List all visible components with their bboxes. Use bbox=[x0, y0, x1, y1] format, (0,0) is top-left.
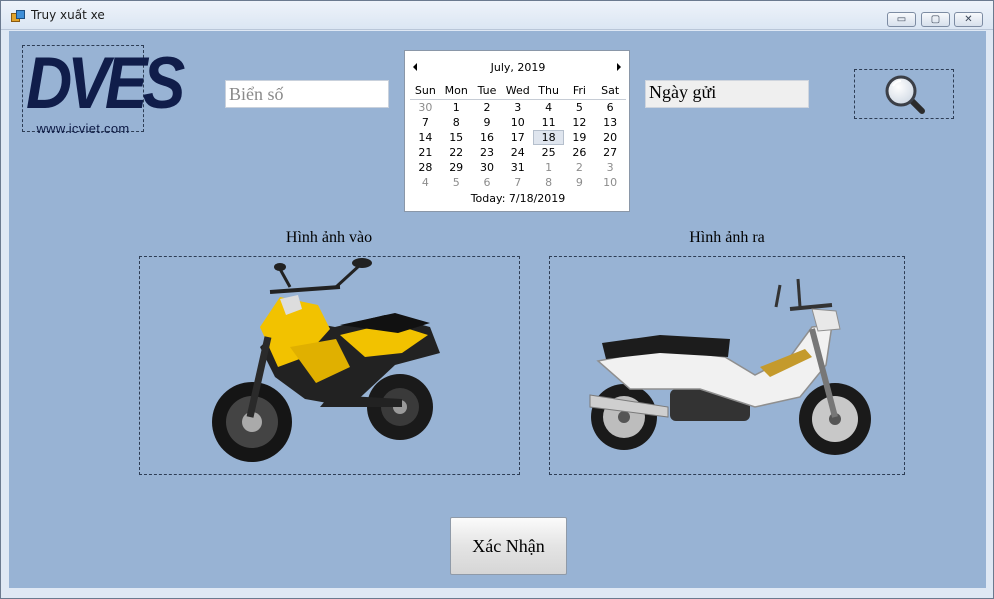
calendar-day[interactable]: 13 bbox=[595, 115, 626, 130]
minimize-icon: ▭ bbox=[896, 14, 907, 25]
maximize-icon: ▢ bbox=[930, 14, 941, 25]
calendar-day[interactable]: 16 bbox=[472, 130, 503, 145]
calendar-week: 14 15 16 17 18 19 20 bbox=[410, 130, 626, 145]
calendar-day[interactable]: 22 bbox=[441, 145, 472, 160]
close-icon: ✕ bbox=[964, 14, 973, 25]
calendar-day[interactable]: 19 bbox=[564, 130, 595, 145]
confirm-button[interactable]: Xác Nhận bbox=[450, 517, 567, 575]
calendar-day[interactable]: 31 bbox=[502, 160, 533, 175]
weekday-label: Fri bbox=[572, 84, 586, 97]
calendar-grid: Sun Mon Tue Wed Thu Fri Sat 30 1 2 3 4 5… bbox=[410, 83, 626, 190]
weekday-label: Mon bbox=[444, 84, 468, 97]
calendar-day[interactable]: 9 bbox=[564, 175, 595, 190]
calendar-day[interactable]: 28 bbox=[410, 160, 441, 175]
date-sent-field[interactable]: Ngày gửi bbox=[645, 80, 809, 108]
calendar-week: 4 5 6 7 8 9 10 bbox=[410, 175, 626, 190]
calendar-week: 21 22 23 24 25 26 27 bbox=[410, 145, 626, 160]
calendar-day[interactable]: 17 bbox=[502, 130, 533, 145]
calendar-day[interactable]: 1 bbox=[533, 160, 564, 175]
calendar-day[interactable]: 24 bbox=[502, 145, 533, 160]
calendar-day[interactable]: 12 bbox=[564, 115, 595, 130]
calendar-week: 7 8 9 10 11 12 13 bbox=[410, 115, 626, 130]
calendar-day[interactable]: 14 bbox=[410, 130, 441, 145]
calendar-day[interactable]: 29 bbox=[441, 160, 472, 175]
window-title: Truy xuất xe bbox=[31, 8, 105, 22]
maximize-button[interactable]: ▢ bbox=[921, 12, 950, 27]
calendar-day[interactable]: 25 bbox=[533, 145, 564, 160]
calendar-day[interactable]: 30 bbox=[410, 100, 441, 115]
weekday-label: Tue bbox=[477, 84, 497, 97]
title-bar[interactable]: Truy xuất xe ▭ ▢ ✕ bbox=[1, 1, 993, 30]
calendar-day[interactable]: 2 bbox=[564, 160, 595, 175]
calendar-day[interactable]: 8 bbox=[441, 115, 472, 130]
calendar-day[interactable]: 4 bbox=[533, 100, 564, 115]
calendar-day[interactable]: 20 bbox=[595, 130, 626, 145]
close-button[interactable]: ✕ bbox=[954, 12, 983, 27]
image-in-box bbox=[139, 256, 520, 475]
weekday-label: Wed bbox=[505, 84, 530, 97]
calendar-day[interactable]: 5 bbox=[441, 175, 472, 190]
image-out-box bbox=[549, 256, 905, 475]
calendar-day[interactable]: 8 bbox=[533, 175, 564, 190]
calendar-weekday-header: Sun Mon Tue Wed Thu Fri Sat bbox=[410, 83, 626, 100]
image-in-caption: Hình ảnh vào bbox=[285, 229, 373, 246]
weekday-label: Thu bbox=[538, 84, 559, 97]
motorbike-out-image bbox=[589, 278, 871, 455]
calendar-day[interactable]: 11 bbox=[533, 115, 564, 130]
weekday-label: Sat bbox=[601, 84, 620, 97]
calendar-day[interactable]: 6 bbox=[472, 175, 503, 190]
search-button[interactable] bbox=[854, 69, 954, 119]
image-out-caption: Hình ảnh ra bbox=[689, 229, 765, 246]
calendar-day[interactable]: 23 bbox=[472, 145, 503, 160]
calendar-day[interactable]: 6 bbox=[595, 100, 626, 115]
logo: DVES www.icviet.com bbox=[22, 41, 185, 136]
calendar-day[interactable]: 1 bbox=[441, 100, 472, 115]
license-plate-input[interactable] bbox=[225, 80, 389, 108]
calendar-day[interactable]: 26 bbox=[564, 145, 595, 160]
calendar-day[interactable]: 9 bbox=[472, 115, 503, 130]
calendar-day[interactable]: 10 bbox=[502, 115, 533, 130]
calendar-day[interactable]: 5 bbox=[564, 100, 595, 115]
calendar-day[interactable]: 7 bbox=[410, 115, 441, 130]
calendar-day[interactable]: 30 bbox=[472, 160, 503, 175]
month-calendar[interactable]: July, 2019 Sun Mon Tue Wed Thu Fri Sat 3… bbox=[404, 50, 630, 212]
form-client-area: DVES www.icviet.com July, 2019 Sun Mon T… bbox=[9, 31, 986, 588]
app-window: Truy xuất xe ▭ ▢ ✕ DVES www.icviet.com J… bbox=[0, 0, 994, 599]
calendar-day[interactable]: 10 bbox=[595, 175, 626, 190]
app-icon bbox=[11, 10, 25, 22]
magnifier-icon bbox=[885, 75, 925, 114]
calendar-day[interactable]: 4 bbox=[410, 175, 441, 190]
calendar-day[interactable]: 3 bbox=[502, 100, 533, 115]
calendar-day[interactable]: 2 bbox=[472, 100, 503, 115]
calendar-day[interactable]: 3 bbox=[595, 160, 626, 175]
logo-text: DVES bbox=[26, 41, 185, 124]
calendar-day[interactable]: 7 bbox=[502, 175, 533, 190]
calendar-day-selected[interactable]: 18 bbox=[533, 130, 564, 145]
minimize-button[interactable]: ▭ bbox=[887, 12, 916, 27]
calendar-week: 30 1 2 3 4 5 6 bbox=[410, 100, 626, 115]
calendar-next-month-icon[interactable] bbox=[617, 63, 621, 71]
calendar-today-link[interactable]: Today: 7/18/2019 bbox=[405, 192, 631, 205]
calendar-day[interactable]: 15 bbox=[441, 130, 472, 145]
calendar-day[interactable]: 27 bbox=[595, 145, 626, 160]
weekday-label: Sun bbox=[414, 84, 436, 97]
logo-url: www.icviet.com bbox=[36, 121, 130, 136]
calendar-day[interactable]: 21 bbox=[410, 145, 441, 160]
motorbike-in-image bbox=[212, 258, 440, 462]
calendar-month-label[interactable]: July, 2019 bbox=[405, 61, 631, 74]
calendar-week: 28 29 30 31 1 2 3 bbox=[410, 160, 626, 175]
